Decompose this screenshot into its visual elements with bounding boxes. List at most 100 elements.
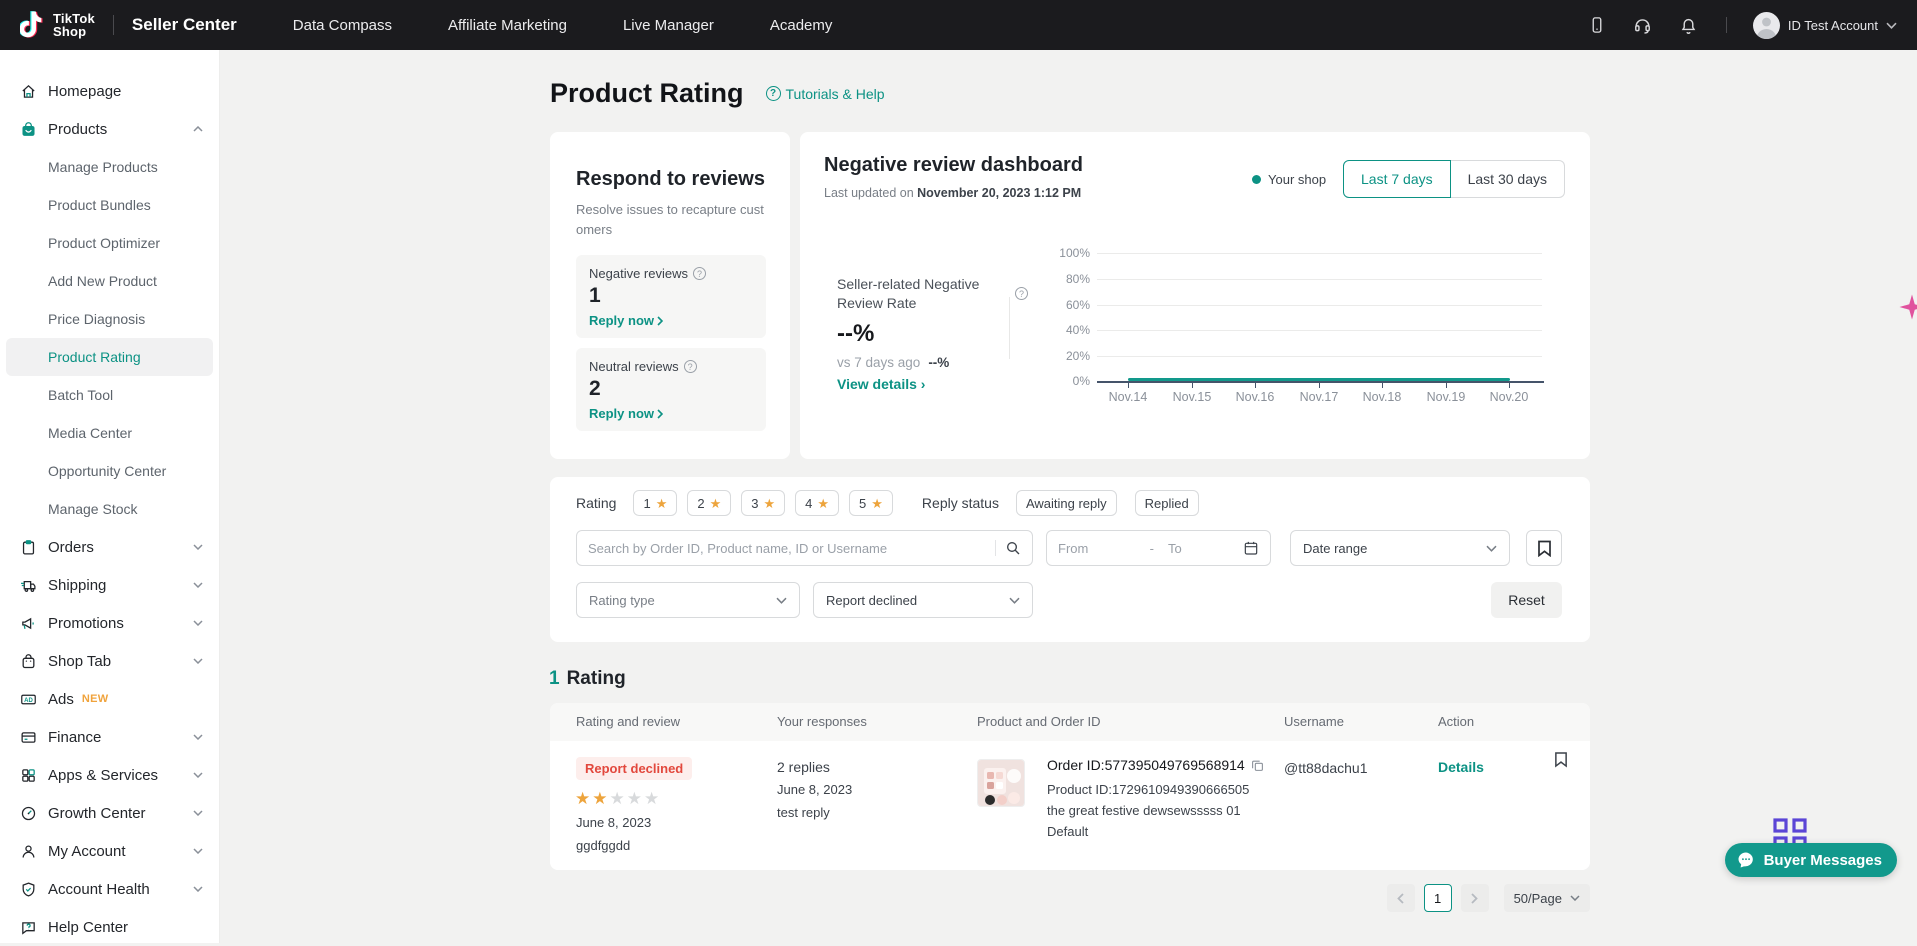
reply-status-label: Reply status	[922, 495, 999, 511]
username: @tt88dachu1	[1284, 760, 1368, 776]
tutorials-help-link[interactable]: ? Tutorials & Help	[766, 86, 885, 102]
sidebar-item-product-bundles[interactable]: Product Bundles	[0, 186, 219, 224]
previous-page-button[interactable]	[1387, 884, 1415, 912]
col-username: Username	[1284, 703, 1344, 741]
product-id: Product ID:1729610949390666505	[1047, 782, 1249, 797]
sidebar-item-help-center[interactable]: Help Center	[0, 908, 219, 946]
search-input[interactable]	[588, 541, 991, 556]
chevron-down-icon	[193, 810, 203, 816]
sidebar-item-shop-tab[interactable]: Shop Tab	[0, 642, 219, 680]
sidebar-item-orders[interactable]: Orders	[0, 528, 219, 566]
page-size-select[interactable]: 50/Page	[1504, 884, 1590, 912]
date-range-select[interactable]: Date range	[1290, 530, 1510, 566]
reply-now-link-negative[interactable]: Reply now	[589, 313, 753, 328]
account-name: ID Test Account	[1788, 18, 1878, 33]
star-icon: ★	[710, 497, 722, 510]
sidebar-item-my-account[interactable]: My Account	[0, 832, 219, 870]
nav-academy[interactable]: Academy	[770, 17, 833, 34]
sidebar-item-product-optimizer[interactable]: Product Optimizer	[0, 224, 219, 262]
info-icon[interactable]: ?	[684, 360, 697, 373]
sidebar-item-shipping[interactable]: Shipping	[0, 566, 219, 604]
next-page-button[interactable]	[1461, 884, 1489, 912]
neutral-reviews-count: 2	[589, 377, 753, 401]
nav-data-compass[interactable]: Data Compass	[293, 17, 392, 34]
copy-order-id-icon[interactable]	[1251, 759, 1264, 772]
last-7-days-button[interactable]: Last 7 days	[1343, 160, 1451, 198]
account-menu[interactable]: ID Test Account	[1753, 12, 1897, 39]
x-axis-label: Nov.14	[1096, 390, 1160, 404]
negative-reviews-box: Negative reviews ? 1 Reply now	[576, 255, 766, 338]
page-number-button[interactable]: 1	[1424, 884, 1452, 912]
nav-affiliate-marketing[interactable]: Affiliate Marketing	[448, 17, 567, 34]
sidebar-item-account-health[interactable]: Account Health	[0, 870, 219, 908]
rating-2-star-chip[interactable]: 2★	[687, 490, 731, 516]
product-thumbnail[interactable]	[977, 759, 1025, 807]
sidebar-item-products[interactable]: Products	[0, 110, 219, 148]
sidebar-item-manage-products[interactable]: Manage Products	[0, 148, 219, 186]
rating-5-star-chip[interactable]: 5★	[849, 490, 893, 516]
report-status-select[interactable]: Report declined	[813, 582, 1033, 618]
star-icon: ★	[817, 497, 829, 510]
sidebar: Homepage Products Manage Products Produc…	[0, 50, 220, 943]
support-headset-icon[interactable]	[1632, 14, 1654, 36]
respond-card-subtitle: Resolve issues to recapture customers	[576, 200, 766, 240]
chevron-up-icon	[193, 126, 203, 132]
search-icon[interactable]	[1005, 540, 1021, 556]
mobile-app-icon[interactable]	[1586, 14, 1608, 36]
svg-text:AD: AD	[24, 697, 33, 703]
nav-live-manager[interactable]: Live Manager	[623, 17, 714, 34]
respond-card-title: Respond to reviews	[576, 168, 766, 191]
sidebar-item-ads[interactable]: AD Ads NEW	[0, 680, 219, 718]
topbar-divider	[113, 15, 114, 35]
chevron-down-icon	[1009, 597, 1020, 604]
ai-assistant-sparkle-icon[interactable]	[1897, 292, 1917, 327]
sidebar-item-product-rating[interactable]: Product Rating	[6, 338, 213, 376]
x-axis-label: Nov.17	[1287, 390, 1351, 404]
sidebar-item-media-center[interactable]: Media Center	[0, 414, 219, 452]
sidebar-item-growth-center[interactable]: Growth Center	[0, 794, 219, 832]
details-link[interactable]: Details	[1438, 759, 1484, 775]
rating-3-star-chip[interactable]: 3★	[741, 490, 785, 516]
sidebar-item-finance[interactable]: Finance	[0, 718, 219, 756]
date-from-to-picker[interactable]: From - To	[1046, 530, 1271, 566]
replied-chip[interactable]: Replied	[1135, 490, 1199, 516]
respond-to-reviews-card: Respond to reviews Resolve issues to rec…	[550, 132, 790, 459]
rating-4-star-chip[interactable]: 4★	[795, 490, 839, 516]
sidebar-item-manage-stock[interactable]: Manage Stock	[0, 490, 219, 528]
x-axis-label: Nov.18	[1350, 390, 1414, 404]
y-axis-label: 60%	[1040, 298, 1090, 312]
saved-filters-bookmark-button[interactable]	[1526, 530, 1562, 566]
shop-bag-icon	[20, 653, 37, 670]
topbar-right-divider	[1726, 17, 1727, 33]
sidebar-item-homepage[interactable]: Homepage	[0, 72, 219, 110]
chevron-down-icon	[193, 772, 203, 778]
your-shop-series-line	[1128, 378, 1510, 381]
bookmark-row-icon[interactable]	[1554, 751, 1568, 773]
seller-center-title[interactable]: Seller Center	[132, 15, 237, 35]
col-rating-and-review: Rating and review	[576, 703, 680, 741]
sidebar-item-add-new-product[interactable]: Add New Product	[0, 262, 219, 300]
chevron-down-icon	[1886, 16, 1897, 34]
sidebar-item-apps-services[interactable]: Apps & Services	[0, 756, 219, 794]
info-icon[interactable]: ?	[693, 267, 706, 280]
tiktok-shop-logo[interactable]: TikTok Shop	[20, 10, 95, 40]
rating-type-select[interactable]: Rating type	[576, 582, 800, 618]
shield-icon	[20, 881, 37, 898]
notifications-bell-icon[interactable]	[1678, 14, 1700, 36]
finance-card-icon	[20, 729, 37, 746]
chevron-right-icon	[1471, 893, 1478, 904]
col-action: Action	[1438, 703, 1474, 741]
sidebar-item-batch-tool[interactable]: Batch Tool	[0, 376, 219, 414]
reset-button[interactable]: Reset	[1491, 582, 1562, 618]
sidebar-item-price-diagnosis[interactable]: Price Diagnosis	[0, 300, 219, 338]
response-date: June 8, 2023	[777, 782, 852, 797]
chevron-down-icon	[193, 620, 203, 626]
sidebar-item-opportunity-center[interactable]: Opportunity Center	[0, 452, 219, 490]
reply-now-link-neutral[interactable]: Reply now	[589, 406, 753, 421]
search-divider	[995, 540, 996, 556]
sidebar-item-promotions[interactable]: Promotions	[0, 604, 219, 642]
y-axis-label: 80%	[1040, 272, 1090, 286]
rating-1-star-chip[interactable]: 1★	[633, 490, 677, 516]
awaiting-reply-chip[interactable]: Awaiting reply	[1016, 490, 1117, 516]
buyer-messages-button[interactable]: Buyer Messages	[1725, 843, 1897, 877]
